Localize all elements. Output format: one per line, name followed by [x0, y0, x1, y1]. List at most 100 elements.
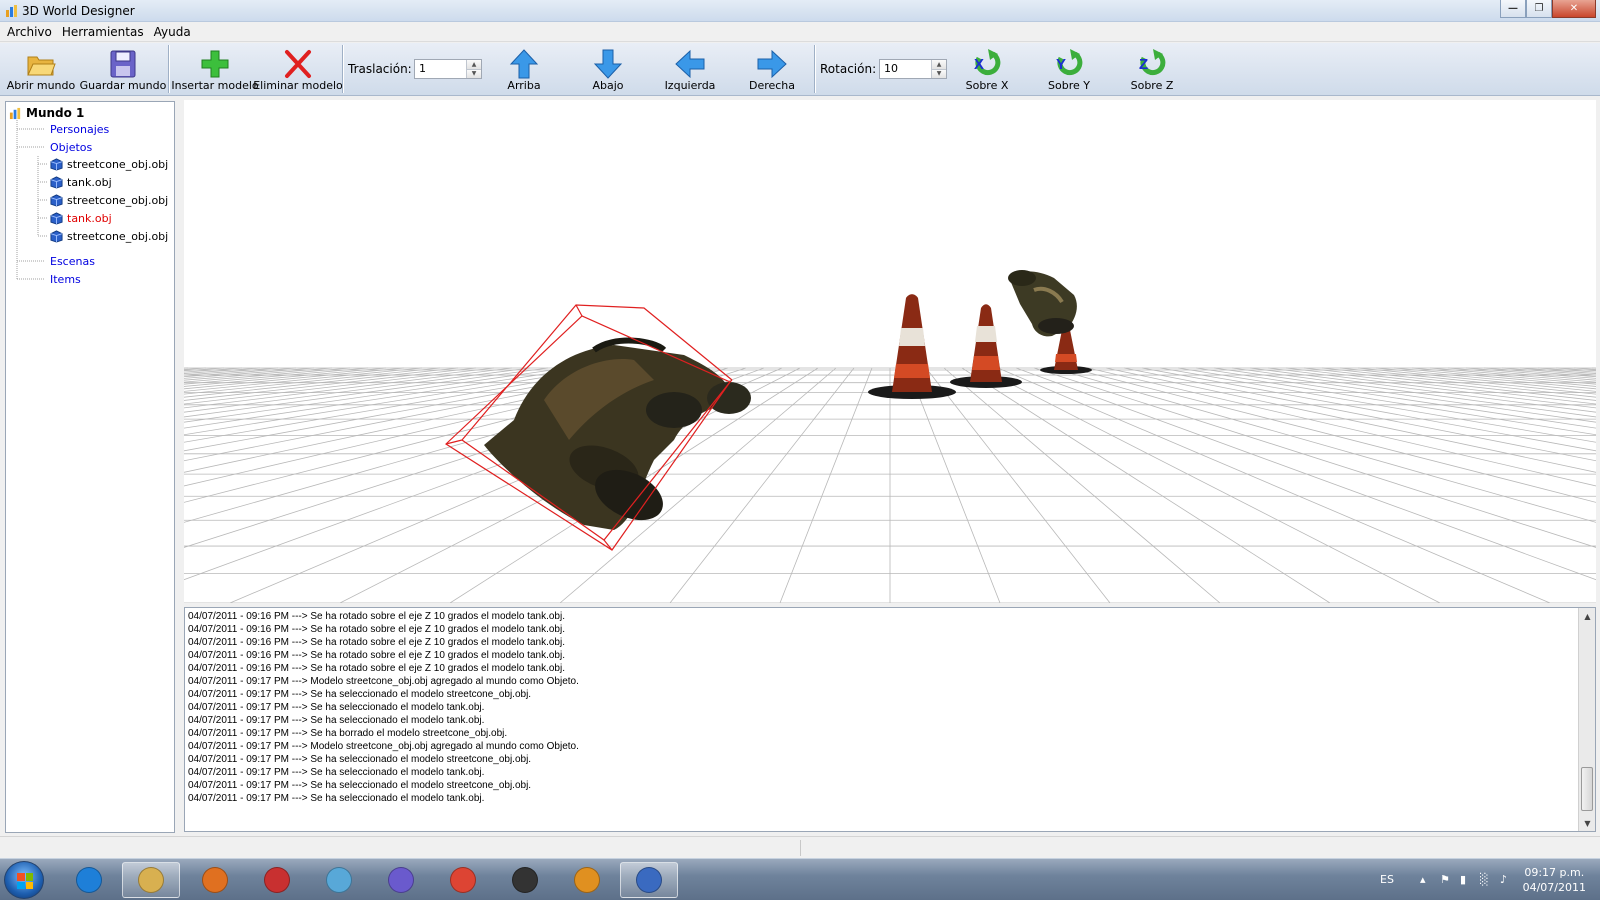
- insert-model-button[interactable]: Insertar modelo: [171, 45, 259, 95]
- menu-archivo[interactable]: Archivo: [3, 25, 56, 39]
- designer-app-icon[interactable]: [558, 862, 616, 898]
- world-tree[interactable]: Mundo 1 Personajes Objetos streetcone_ob…: [5, 101, 175, 833]
- arrow-left-icon: [675, 49, 705, 79]
- left-label: Izquierda: [664, 79, 716, 92]
- taskbar-app-glyph: [574, 867, 600, 893]
- toolbar: Abrir mundo Guardar mundo Insertar model…: [0, 43, 1600, 96]
- spin-down-icon[interactable]: ▼: [467, 68, 481, 78]
- status-bar: [0, 836, 1600, 858]
- event-log[interactable]: 04/07/2011 - 09:16 PM ---> Se ha rotado …: [184, 607, 1596, 832]
- delete-x-icon: [285, 50, 311, 78]
- scene-canvas: [184, 270, 1596, 603]
- axis-x-glyph: X: [974, 56, 984, 73]
- minimize-button[interactable]: —: [1500, 0, 1526, 18]
- arrow-right-icon: [757, 49, 787, 79]
- rotate-x-icon: X: [974, 49, 1001, 76]
- start-button[interactable]: [4, 861, 44, 899]
- internet-explorer-icon[interactable]: [60, 862, 118, 898]
- scroll-down-icon[interactable]: ▼: [1579, 815, 1596, 831]
- translation-stepper[interactable]: 1 ▲ ▼: [414, 59, 482, 79]
- log-line: 04/07/2011 - 09:16 PM ---> Se ha rotado …: [188, 624, 565, 635]
- battery-icon[interactable]: ▮: [1460, 873, 1474, 887]
- log-line: 04/07/2011 - 09:17 PM ---> Se ha selecci…: [188, 780, 532, 791]
- up-label: Arriba: [507, 79, 541, 92]
- rotation-stepper[interactable]: 10 ▲ ▼: [879, 59, 947, 79]
- tree-object-item[interactable]: streetcone_obj.obj: [50, 191, 168, 209]
- tree-item-label: streetcone_obj.obj: [67, 157, 169, 171]
- scroll-thumb[interactable]: [1581, 767, 1593, 811]
- app-icon: [6, 5, 17, 17]
- messenger-icon[interactable]: [310, 862, 368, 898]
- translation-value[interactable]: 1: [415, 60, 466, 78]
- taskbar-app-glyph: [76, 867, 102, 893]
- move-up-button[interactable]: Arriba: [498, 45, 550, 95]
- cube-icon: [50, 157, 63, 171]
- rotation-value[interactable]: 10: [880, 60, 931, 78]
- translation-label: Traslación:: [348, 62, 412, 76]
- tree-object-item-selected[interactable]: tank.obj: [50, 209, 112, 227]
- down-label: Abajo: [592, 79, 624, 92]
- log-lines: 04/07/2011 - 09:16 PM ---> Se ha rotado …: [188, 610, 1575, 805]
- log-scrollbar[interactable]: ▲ ▼: [1578, 608, 1595, 831]
- paint-app-icon[interactable]: [496, 862, 554, 898]
- log-line: 04/07/2011 - 09:17 PM ---> Se ha selecci…: [188, 767, 485, 778]
- tree-item-label: Personajes: [50, 122, 110, 136]
- move-down-button[interactable]: Abajo: [582, 45, 634, 95]
- move-left-button[interactable]: Izquierda: [662, 45, 718, 95]
- spin-down-icon[interactable]: ▼: [932, 68, 946, 78]
- tree-item-escenas[interactable]: Escenas: [50, 252, 95, 270]
- plus-icon: [201, 50, 229, 78]
- network-icon[interactable]: ░: [1480, 873, 1494, 887]
- scroll-up-icon[interactable]: ▲: [1579, 608, 1596, 624]
- rotate-x-button[interactable]: X Sobre X: [962, 45, 1012, 95]
- cube-icon: [50, 175, 63, 189]
- tree-object-item[interactable]: streetcone_obj.obj: [50, 227, 168, 245]
- tree-item-objetos[interactable]: Objetos: [50, 138, 92, 156]
- menu-ayuda[interactable]: Ayuda: [150, 25, 195, 39]
- media-player-icon[interactable]: [186, 862, 244, 898]
- close-button[interactable]: ✕: [1552, 0, 1596, 18]
- clock[interactable]: 09:17 p.m. 04/07/2011: [1523, 865, 1586, 895]
- volume-icon[interactable]: ♪: [1500, 873, 1514, 887]
- menu-herramientas[interactable]: Herramientas: [58, 25, 148, 39]
- window-title: 3D World Designer: [22, 4, 135, 18]
- cube-icon: [50, 229, 63, 243]
- tree-item-personajes[interactable]: Personajes: [50, 120, 109, 138]
- open-world-button[interactable]: Abrir mundo: [6, 45, 76, 95]
- cube-icon: [50, 193, 63, 207]
- delete-model-button[interactable]: Eliminar modelo: [253, 45, 343, 95]
- chrome-icon[interactable]: [434, 862, 492, 898]
- log-line: 04/07/2011 - 09:17 PM ---> Se ha selecci…: [188, 715, 485, 726]
- file-explorer-icon[interactable]: [122, 862, 180, 898]
- move-right-button[interactable]: Derecha: [744, 45, 800, 95]
- rotate-z-button[interactable]: Z Sobre Z: [1127, 45, 1177, 95]
- 3d-viewport[interactable]: [184, 100, 1596, 603]
- flash-icon[interactable]: [248, 862, 306, 898]
- tree-item-label: Items: [50, 272, 81, 286]
- folder-open-icon: [27, 56, 56, 76]
- clock-time: 09:17 p.m.: [1524, 866, 1585, 879]
- tree-object-item[interactable]: streetcone_obj.obj: [50, 155, 168, 173]
- streetcone-model[interactable]: [868, 294, 956, 399]
- spin-up-icon[interactable]: ▲: [932, 60, 946, 69]
- visual-studio-icon[interactable]: [372, 862, 430, 898]
- tree-item-items[interactable]: Items: [50, 270, 81, 288]
- chevron-up-icon[interactable]: ▴: [1420, 873, 1434, 887]
- log-line: 04/07/2011 - 09:17 PM ---> Modelo street…: [188, 741, 579, 752]
- language-indicator[interactable]: ES: [1380, 873, 1394, 886]
- spin-up-icon[interactable]: ▲: [467, 60, 481, 69]
- taskbar-app-glyph: [326, 867, 352, 893]
- rotate-y-button[interactable]: Y Sobre Y: [1044, 45, 1094, 95]
- visual-studio-designer-icon[interactable]: [620, 862, 678, 898]
- flag-icon[interactable]: ⚑: [1440, 873, 1454, 887]
- tank-model[interactable]: [1008, 270, 1077, 337]
- log-line: 04/07/2011 - 09:16 PM ---> Se ha rotado …: [188, 611, 565, 622]
- clock-date: 04/07/2011: [1522, 881, 1586, 894]
- windows-logo-icon: [17, 873, 33, 889]
- maximize-button[interactable]: ❐: [1526, 0, 1552, 18]
- save-world-button[interactable]: Guardar mundo: [80, 45, 166, 95]
- taskbar-app-glyph: [138, 867, 164, 893]
- axis-z-glyph: Z: [1139, 56, 1148, 73]
- windows-taskbar: ES ▴ ⚑ ▮ ░ ♪ 09:17 p.m. 04/07/2011: [0, 858, 1600, 900]
- tree-object-item[interactable]: tank.obj: [50, 173, 112, 191]
